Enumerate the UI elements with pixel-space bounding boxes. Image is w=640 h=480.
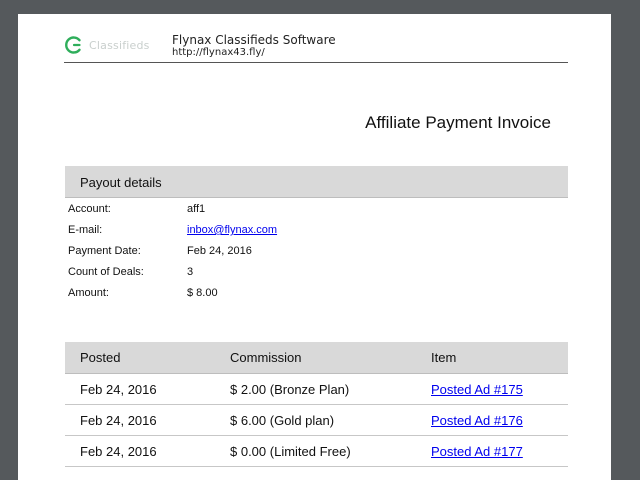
detail-value: Feb 24, 2016 (187, 245, 252, 257)
cell-posted: Feb 24, 2016 (80, 444, 157, 459)
detail-label: Account: (68, 203, 111, 215)
cell-commission: $ 2.00 (Bronze Plan) (230, 382, 350, 397)
column-header-commission: Commission (230, 350, 302, 365)
invoice-title: Affiliate Payment Invoice (365, 113, 551, 132)
detail-value: inbox@flynax.com (187, 224, 277, 236)
email-link[interactable]: inbox@flynax.com (187, 224, 277, 236)
detail-row-payment-date: Payment Date: Feb 24, 2016 (68, 245, 568, 266)
detail-value: aff1 (187, 203, 206, 215)
detail-row-account: Account: aff1 (68, 203, 568, 224)
detail-value: 3 (187, 266, 194, 278)
detail-label: Amount: (68, 287, 109, 299)
item-link[interactable]: Posted Ad #176 (431, 413, 523, 428)
cell-commission: $ 0.00 (Limited Free) (230, 444, 351, 459)
item-link[interactable]: Posted Ad #175 (431, 382, 523, 397)
column-header-posted: Posted (80, 350, 121, 365)
detail-label: E-mail: (68, 224, 103, 236)
payout-details-title: Payout details (80, 175, 162, 190)
invoice-page: Classifieds Flynax Classifieds Software … (18, 14, 611, 480)
logo: Classifieds (64, 34, 150, 56)
deals-table: Posted Commission Item Feb 24, 2016 $ 2.… (65, 342, 568, 467)
detail-row-email: E-mail: inbox@flynax.com (68, 224, 568, 245)
detail-row-count-of-deals: Count of Deals: 3 (68, 266, 568, 287)
payout-details: Account: aff1 E-mail: inbox@flynax.com P… (68, 203, 568, 308)
column-header-item: Item (431, 350, 457, 365)
payout-details-header: Payout details (65, 166, 568, 198)
company-url: http://flynax43.fly/ (172, 47, 265, 58)
invoice-header: Classifieds Flynax Classifieds Software … (64, 32, 568, 63)
cell-posted: Feb 24, 2016 (80, 413, 157, 428)
detail-value: $ 8.00 (187, 287, 218, 299)
table-row: Feb 24, 2016 $ 6.00 (Gold plan) Posted A… (65, 405, 568, 436)
table-row: Feb 24, 2016 $ 2.00 (Bronze Plan) Posted… (65, 374, 568, 405)
item-link[interactable]: Posted Ad #177 (431, 444, 523, 459)
cell-posted: Feb 24, 2016 (80, 382, 157, 397)
deals-table-header: Posted Commission Item (65, 342, 568, 374)
company-name: Flynax Classifieds Software (172, 33, 336, 47)
detail-label: Payment Date: (68, 245, 141, 257)
detail-row-amount: Amount: $ 8.00 (68, 287, 568, 308)
cell-commission: $ 6.00 (Gold plan) (230, 413, 335, 428)
classifieds-logo-icon (65, 36, 81, 54)
logo-text: Classifieds (89, 38, 150, 52)
detail-label: Count of Deals: (68, 266, 144, 278)
table-row: Feb 24, 2016 $ 0.00 (Limited Free) Poste… (65, 436, 568, 467)
